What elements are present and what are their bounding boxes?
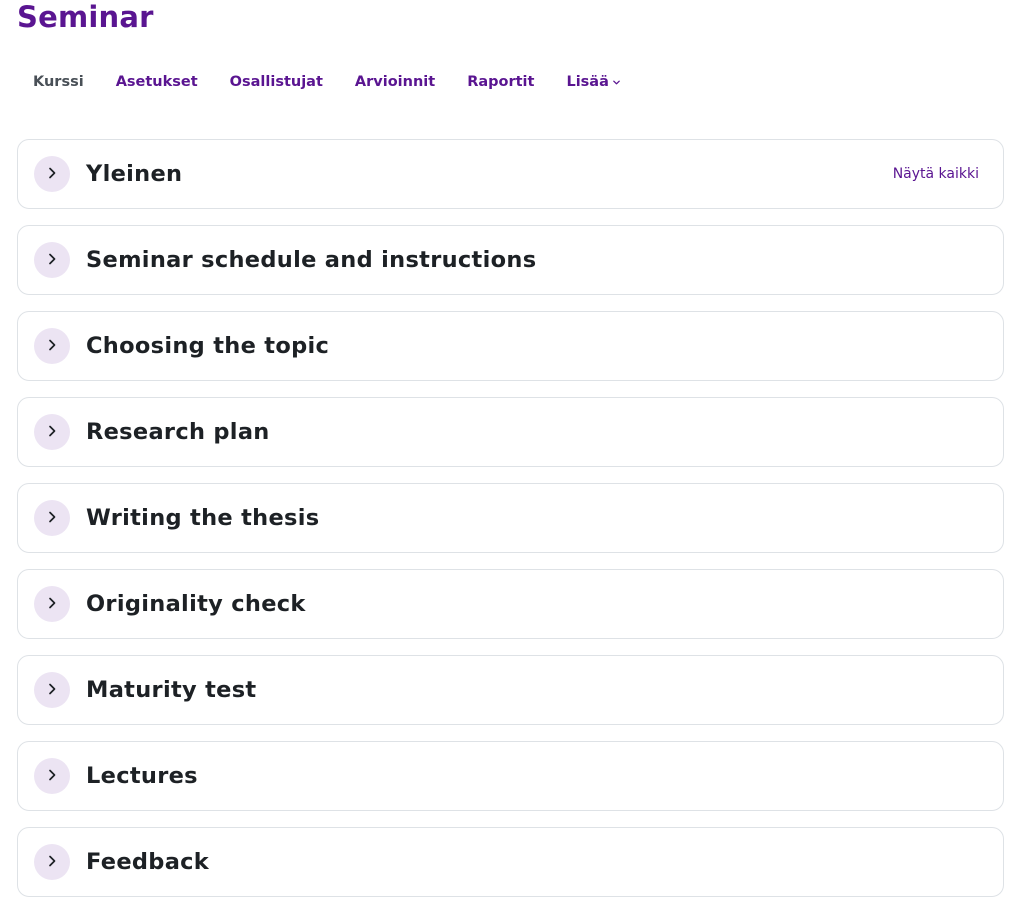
nav-item-kurssi[interactable]: Kurssi	[17, 74, 100, 90]
section-toggle-button[interactable]	[34, 156, 70, 192]
section-toggle-button[interactable]	[34, 328, 70, 364]
nav-item-asetukset[interactable]: Asetukset	[100, 74, 214, 90]
section-title[interactable]: Yleinen	[86, 161, 893, 187]
page-title: Seminar	[17, 0, 154, 34]
chevron-right-icon	[45, 681, 59, 700]
section-maturity-test: Maturity test	[17, 655, 1004, 725]
chevron-right-icon	[45, 853, 59, 872]
chevron-right-icon	[45, 165, 59, 184]
section-title[interactable]: Writing the thesis	[86, 505, 987, 531]
course-nav: Kurssi Asetukset Osallistujat Arvioinnit…	[17, 62, 637, 102]
show-all-link[interactable]: Näytä kaikki	[893, 166, 979, 182]
nav-item-arvioinnit[interactable]: Arvioinnit	[339, 74, 451, 90]
chevron-down-icon	[612, 78, 621, 87]
section-title[interactable]: Lectures	[86, 763, 987, 789]
section-title[interactable]: Originality check	[86, 591, 987, 617]
section-title[interactable]: Choosing the topic	[86, 333, 987, 359]
section-choosing-topic: Choosing the topic	[17, 311, 1004, 381]
chevron-right-icon	[45, 423, 59, 442]
section-originality-check: Originality check	[17, 569, 1004, 639]
section-title[interactable]: Seminar schedule and instructions	[86, 247, 987, 273]
section-lectures: Lectures	[17, 741, 1004, 811]
course-sections: Yleinen Näytä kaikki Seminar schedule an…	[17, 139, 1004, 913]
section-toggle-button[interactable]	[34, 672, 70, 708]
section-seminar-schedule: Seminar schedule and instructions	[17, 225, 1004, 295]
section-feedback: Feedback	[17, 827, 1004, 897]
nav-item-lisaa-label: Lisää	[566, 74, 609, 90]
section-title[interactable]: Feedback	[86, 849, 987, 875]
section-toggle-button[interactable]	[34, 500, 70, 536]
chevron-right-icon	[45, 251, 59, 270]
chevron-right-icon	[45, 595, 59, 614]
section-toggle-button[interactable]	[34, 758, 70, 794]
section-title[interactable]: Research plan	[86, 419, 987, 445]
nav-item-raportit[interactable]: Raportit	[451, 74, 550, 90]
chevron-right-icon	[45, 337, 59, 356]
section-toggle-button[interactable]	[34, 242, 70, 278]
section-yleinen: Yleinen Näytä kaikki	[17, 139, 1004, 209]
section-writing-thesis: Writing the thesis	[17, 483, 1004, 553]
section-title[interactable]: Maturity test	[86, 677, 987, 703]
nav-item-lisaa[interactable]: Lisää	[550, 74, 636, 90]
section-toggle-button[interactable]	[34, 414, 70, 450]
nav-item-osallistujat[interactable]: Osallistujat	[214, 74, 339, 90]
section-toggle-button[interactable]	[34, 586, 70, 622]
chevron-right-icon	[45, 767, 59, 786]
chevron-right-icon	[45, 509, 59, 528]
section-research-plan: Research plan	[17, 397, 1004, 467]
section-toggle-button[interactable]	[34, 844, 70, 880]
